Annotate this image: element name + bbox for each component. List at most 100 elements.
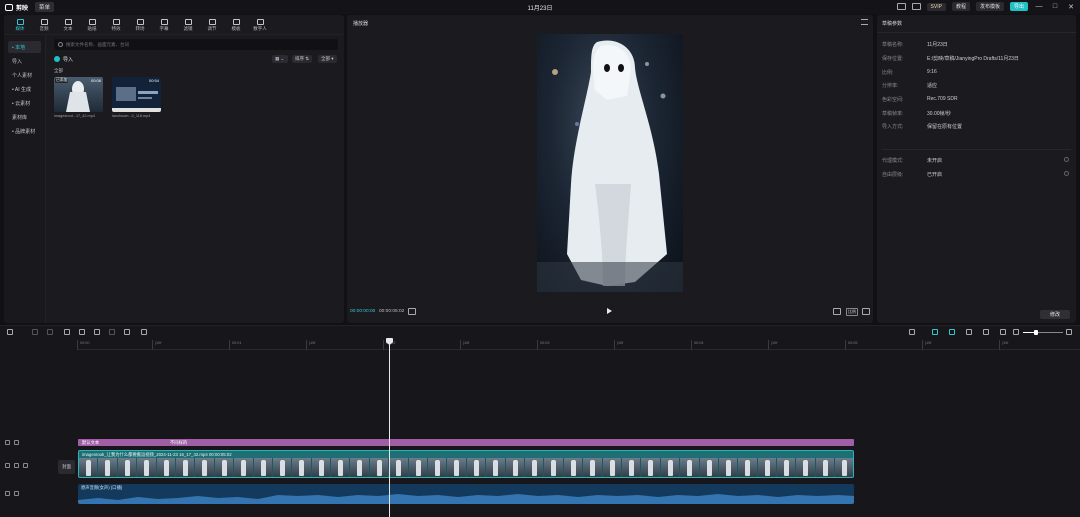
sort-button[interactable]: 排序 ⇅ xyxy=(292,55,313,63)
preview-axis-icon[interactable] xyxy=(983,329,989,335)
playhead-line[interactable] xyxy=(389,340,390,517)
menu-button[interactable]: 菜单 xyxy=(35,2,55,12)
media-search xyxy=(54,39,338,50)
delete-left-icon[interactable] xyxy=(79,329,85,335)
delete-icon[interactable] xyxy=(109,329,115,335)
search-input[interactable] xyxy=(66,42,316,47)
ruler-tick: |10f xyxy=(768,340,777,350)
app-name: 剪映 xyxy=(16,5,29,12)
view-toggle-button[interactable]: ▦ ⌄ xyxy=(272,55,288,63)
zoom-slider-handle[interactable] xyxy=(1034,330,1038,335)
filter-all-button[interactable]: 全部 ▾ xyxy=(318,55,337,63)
media-thumb-1[interactable]: 已添加 00:06 xyxy=(54,77,103,112)
crop-icon[interactable] xyxy=(833,308,841,315)
tool-captions[interactable]: 字幕 xyxy=(152,15,176,35)
auto-snap-icon[interactable] xyxy=(949,329,955,335)
tutorial-button[interactable]: 教程 xyxy=(951,2,970,11)
sidenav-item-library[interactable]: 素材库 xyxy=(8,111,41,123)
lock-icon[interactable] xyxy=(5,440,10,445)
video-frame xyxy=(447,458,467,477)
export-button[interactable]: 导出 xyxy=(1009,2,1028,11)
import-icon[interactable] xyxy=(54,56,60,62)
volume-icon[interactable] xyxy=(14,491,19,496)
cover-button[interactable]: 封面 xyxy=(58,460,75,474)
lock-icon[interactable] xyxy=(5,491,10,496)
link-icon[interactable] xyxy=(966,329,972,335)
info-icon[interactable] xyxy=(1064,171,1069,176)
effects-icon xyxy=(112,18,120,25)
sidenav-item-brand[interactable]: • 品牌素材 xyxy=(8,125,41,137)
video-filmstrip xyxy=(79,458,853,477)
time-ruler[interactable]: 00:00 |10f 00:01 |10f 00:02 |10f 00:03 |… xyxy=(77,340,1080,350)
media-thumb-2[interactable]: 00:54 xyxy=(112,77,161,112)
close-icon[interactable]: ✕ xyxy=(1066,3,1076,11)
video-frame xyxy=(272,458,293,477)
tool-digital-human[interactable]: 数字人 xyxy=(248,15,272,35)
tool-effects[interactable]: 特效 xyxy=(104,15,128,35)
video-frame xyxy=(214,458,235,477)
video-frame xyxy=(641,458,661,477)
select-icon[interactable] xyxy=(7,329,13,335)
redo-icon[interactable] xyxy=(47,329,53,335)
timecode-icon[interactable] xyxy=(408,308,416,315)
tool-media[interactable]: 媒体 xyxy=(8,15,32,35)
microphone-icon[interactable] xyxy=(909,329,915,335)
volume-icon[interactable] xyxy=(23,463,28,468)
ruler-tick: 00:00 xyxy=(77,340,90,350)
video-track-clip[interactable]: imagesrouk_让我为什么都要搬运视频_2024-11-23 16_17_… xyxy=(78,450,854,478)
shield-icon[interactable] xyxy=(124,329,130,335)
import-label[interactable]: 导入 xyxy=(63,56,73,63)
minimize-icon[interactable]: — xyxy=(1034,3,1044,10)
lock-icon[interactable] xyxy=(5,463,10,468)
menu-icon[interactable] xyxy=(861,19,868,25)
prop-row: 草稿帧率: 30.00帧/秒 xyxy=(882,111,951,117)
caption-tool-icon[interactable] xyxy=(141,329,147,335)
zoom-out-icon[interactable] xyxy=(1013,329,1019,335)
draft-properties-panel: 草稿参数 草稿名称: 11月23日 保存位置: E:/剪映/草稿/JianyingP… xyxy=(877,15,1076,323)
zoom-in-icon[interactable] xyxy=(1066,329,1072,335)
audio-track-clip[interactable]: 原声音频(女声) (口播) xyxy=(78,484,854,504)
sidenav-item-personal[interactable]: 个人素材 xyxy=(8,69,41,81)
video-clip-label: imagesrouk_让我为什么都要搬运视频_2024-11-23 16_17_… xyxy=(79,451,853,458)
layout-icon[interactable] xyxy=(896,3,906,10)
text-track-clip[interactable]: 默认文本 不同样的 xyxy=(78,439,854,446)
eye-icon[interactable] xyxy=(14,463,19,468)
audio-track-controls xyxy=(5,491,19,496)
delete-right-icon[interactable] xyxy=(94,329,100,335)
divider xyxy=(882,149,1071,150)
modify-button[interactable]: 修改 xyxy=(1040,310,1070,319)
video-frame xyxy=(389,458,409,477)
sidenav-item-cloud[interactable]: • 云素材 xyxy=(8,97,41,109)
ratio-button[interactable]: 比例 xyxy=(846,308,858,316)
maximize-icon[interactable]: □ xyxy=(1050,3,1060,10)
tool-text[interactable]: 文本 xyxy=(56,15,80,35)
info-icon[interactable] xyxy=(1064,157,1069,162)
fullscreen-icon[interactable] xyxy=(862,308,870,315)
tool-audio[interactable]: 音频 xyxy=(32,15,56,35)
ruler-tick: |10f xyxy=(922,340,931,350)
video-frame xyxy=(175,458,196,477)
sidenav-item-import[interactable]: 导入 xyxy=(8,55,41,67)
shortcut-icon[interactable] xyxy=(911,3,921,10)
tool-sticker[interactable]: 贴纸 xyxy=(80,15,104,35)
added-badge: 已添加 xyxy=(55,78,69,83)
play-icon[interactable] xyxy=(607,308,612,314)
current-time: 00:00:00:00 xyxy=(350,309,376,314)
tool-filters[interactable]: 滤镜 xyxy=(176,15,200,35)
publish-template-button[interactable]: 发布模板 xyxy=(975,2,1004,11)
tool-transition[interactable]: 转场 xyxy=(128,15,152,35)
tool-templates[interactable]: 模板 xyxy=(224,15,248,35)
main-track-magnet-icon[interactable] xyxy=(932,329,938,335)
undo-icon[interactable] xyxy=(32,329,38,335)
eye-icon[interactable] xyxy=(14,440,19,445)
split-icon[interactable] xyxy=(64,329,70,335)
video-frame xyxy=(524,458,545,477)
tool-adjust[interactable]: 调节 xyxy=(200,15,224,35)
video-frame xyxy=(505,458,525,477)
video-preview[interactable] xyxy=(537,34,683,292)
sidenav-item-local[interactable]: • 本地 xyxy=(8,41,41,53)
video-frame xyxy=(156,458,176,477)
fit-icon[interactable] xyxy=(1000,329,1006,335)
sidenav-item-ai[interactable]: • AI 生成 xyxy=(8,83,41,95)
svip-button[interactable]: SVIP xyxy=(926,2,946,11)
